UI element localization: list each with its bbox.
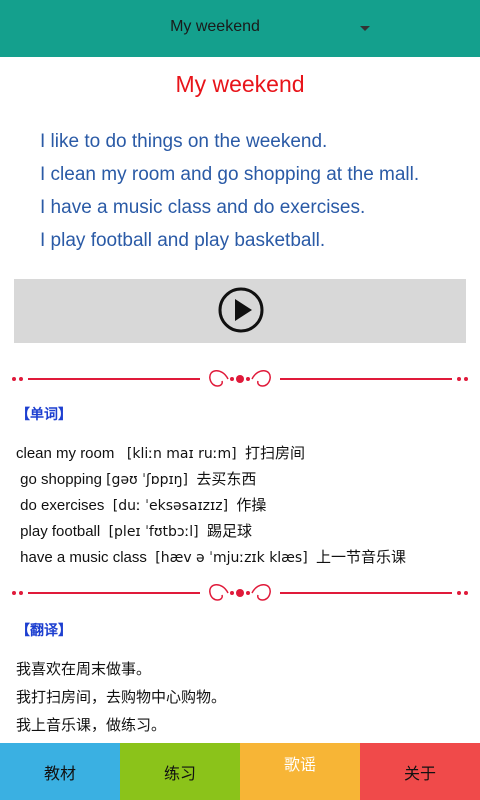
ornament-divider-icon bbox=[12, 370, 468, 387]
vocab-ipa: [pleɪ ˈfʊtbɔːl] bbox=[108, 524, 199, 540]
vocab-item[interactable]: clean my room [kliːn maɪ ruːm] 打扫房间 bbox=[16, 441, 406, 467]
vocabulary-list: clean my room [kliːn maɪ ruːm] 打扫房间 go s… bbox=[16, 441, 406, 571]
tab-about[interactable]: 关于 bbox=[360, 743, 480, 800]
vocab-ipa: [gəʊ ˈʃɒpɪŋ] bbox=[106, 472, 189, 488]
lesson-title: My weekend bbox=[175, 71, 305, 97]
translation-line: 我上音乐课，做练习。 bbox=[16, 716, 167, 734]
translation-list: 我喜欢在周末做事。 我打扫房间，去购物中心购物。 我上音乐课，做练习。 bbox=[16, 655, 226, 739]
tab-textbook[interactable]: 教材 bbox=[0, 743, 120, 800]
vocab-item[interactable]: play football [pleɪ ˈfʊtbɔːl] 踢足球 bbox=[16, 519, 406, 545]
vocab-meaning: 踢足球 bbox=[207, 523, 253, 540]
sentence-list: I like to do things on the weekend. I cl… bbox=[40, 125, 419, 257]
vocab-word: play football bbox=[20, 523, 101, 540]
audio-player bbox=[14, 279, 466, 343]
translation-line: 我打扫房间，去购物中心购物。 bbox=[16, 688, 227, 706]
vocabulary-label: 【单词】 bbox=[16, 407, 72, 423]
sentence[interactable]: I like to do things on the weekend. bbox=[40, 125, 419, 158]
tab-songs[interactable]: 歌谣 bbox=[240, 743, 360, 800]
translation-label: 【翻译】 bbox=[16, 623, 72, 639]
vocab-ipa: [hæv ə ˈmjuːzɪk klæs] bbox=[155, 550, 308, 566]
top-app-bar: My weekend bbox=[0, 0, 480, 57]
vocab-meaning: 上一节音乐课 bbox=[316, 549, 407, 566]
vocab-ipa: [kliːn maɪ ruːm] bbox=[126, 446, 237, 462]
dropdown-caret-icon[interactable] bbox=[360, 26, 370, 31]
lesson-content[interactable]: My weekend I like to do things on the we… bbox=[0, 57, 480, 743]
vocab-meaning: 去买东西 bbox=[196, 471, 257, 488]
vocab-item[interactable]: do exercises [duː ˈeksəsaɪzɪz] 作操 bbox=[16, 493, 406, 519]
vocab-meaning: 作操 bbox=[236, 497, 267, 514]
translation-line: 我喜欢在周末做事。 bbox=[16, 660, 152, 678]
play-icon[interactable] bbox=[218, 287, 264, 333]
bottom-tab-bar: 教材 练习 歌谣 关于 bbox=[0, 743, 480, 800]
sentence[interactable]: I clean my room and go shopping at the m… bbox=[40, 158, 419, 191]
vocab-word: have a music class bbox=[20, 549, 147, 566]
ornament-divider-icon bbox=[12, 584, 468, 601]
vocab-item[interactable]: have a music class [hæv ə ˈmjuːzɪk klæs]… bbox=[16, 545, 406, 571]
vocab-word: clean my room bbox=[16, 445, 115, 462]
vocab-item[interactable]: go shopping [gəʊ ˈʃɒpɪŋ] 去买东西 bbox=[16, 467, 406, 493]
tab-practice[interactable]: 练习 bbox=[120, 743, 240, 800]
vocab-word: go shopping bbox=[20, 471, 102, 488]
vocab-meaning: 打扫房间 bbox=[244, 445, 305, 462]
sentence[interactable]: I have a music class and do exercises. bbox=[40, 191, 419, 224]
sentence[interactable]: I play football and play basketball. bbox=[40, 224, 419, 257]
vocab-word: do exercises bbox=[20, 497, 105, 514]
vocab-ipa: [duː ˈeksəsaɪzɪz] bbox=[112, 498, 229, 514]
